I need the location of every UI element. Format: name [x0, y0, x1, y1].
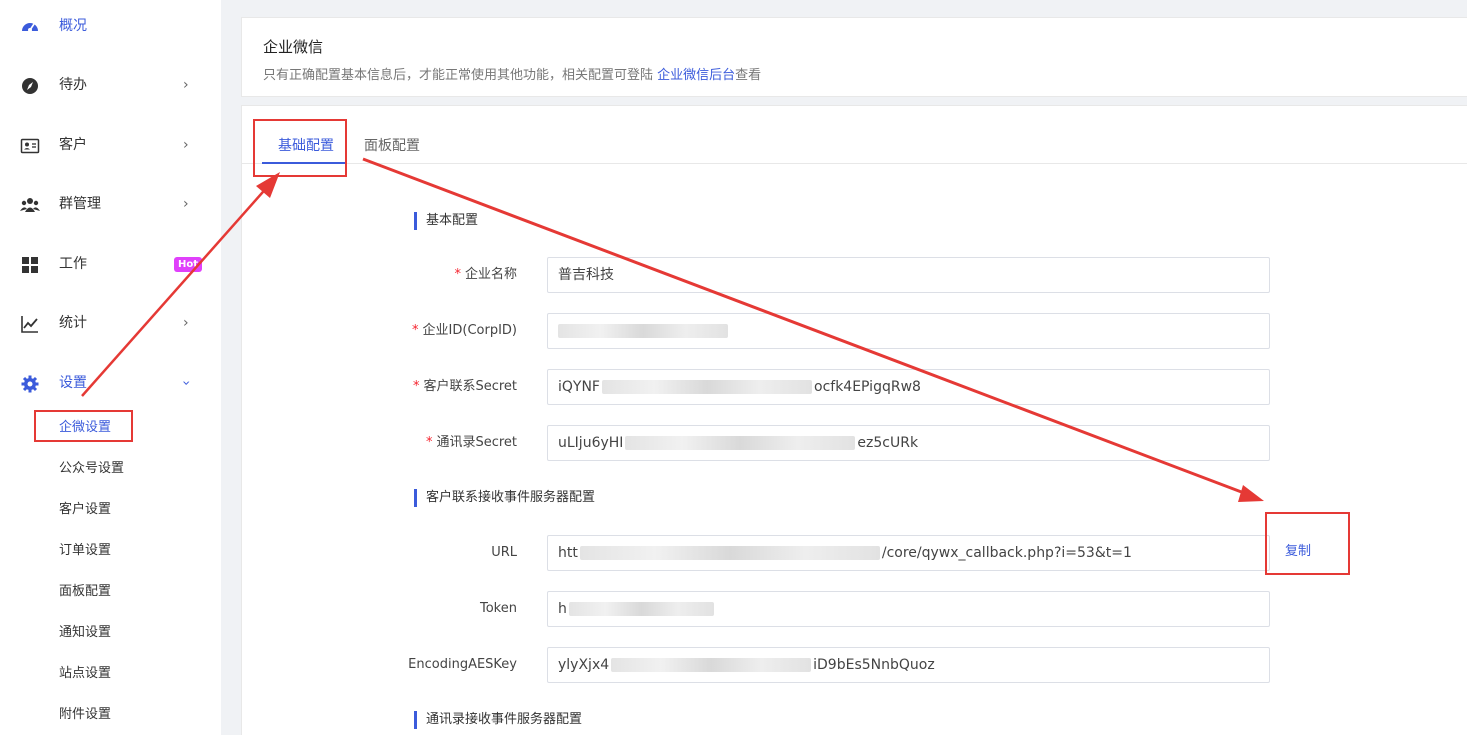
tab-bar: 基础配置 面板配置	[242, 106, 1467, 164]
customer-secret-input[interactable]: iQYNF ocfk4EPigqRw8	[547, 369, 1270, 405]
hot-badge: Hot	[174, 257, 203, 272]
active-tab-indicator	[262, 162, 345, 164]
sub-attachment-settings[interactable]: 附件设置	[59, 706, 111, 724]
chevron-right-icon: ›	[183, 196, 189, 212]
chart-line-icon	[21, 316, 38, 333]
sub-panel-config[interactable]: 面板配置	[59, 583, 111, 601]
url-label: URL	[491, 545, 517, 560]
nav-overview[interactable]: 概况	[0, 8, 221, 44]
url-value-start: htt	[558, 545, 578, 561]
nav-label: 概况	[59, 18, 87, 34]
redacted-value	[558, 324, 728, 338]
sub-site-settings[interactable]: 站点设置	[59, 665, 111, 683]
token-label: Token	[480, 601, 517, 616]
dashboard-icon	[22, 23, 38, 32]
chevron-right-icon: ›	[183, 77, 189, 93]
nav-stats[interactable]: 统计 ›	[0, 305, 221, 341]
sub-customer-settings[interactable]: 客户设置	[59, 501, 111, 519]
url-input[interactable]: htt/core/qywx_callback.php?i=53&t=1	[547, 535, 1270, 571]
corp-id-input[interactable]	[547, 313, 1270, 349]
token-value-start: h	[558, 601, 567, 617]
nav-label: 设置	[59, 375, 87, 391]
redacted-value	[611, 658, 812, 672]
section-customer-event-server: 客户联系接收事件服务器配置	[414, 489, 595, 507]
contacts-secret-label: * 通讯录Secret	[425, 435, 517, 450]
nav-work[interactable]: 工作 Hot	[0, 246, 221, 282]
sub-notify-settings[interactable]: 通知设置	[59, 624, 111, 642]
aes-key-label: EncodingAESKey	[408, 657, 517, 672]
token-input[interactable]: h	[547, 591, 1270, 627]
redacted-value	[579, 546, 880, 560]
description-text: 只有正确配置基本信息后，才能正常使用其他功能，相关配置可登陆	[263, 68, 658, 83]
contacts-secret-input[interactable]: uLIju6yHI ez5cURk	[547, 425, 1270, 461]
wecom-admin-link[interactable]: 企业微信后台	[657, 68, 735, 83]
nav-label: 统计	[59, 315, 87, 331]
sub-order-settings[interactable]: 订单设置	[59, 542, 111, 560]
nav-group[interactable]: 群管理 ›	[0, 186, 221, 222]
redacted-value	[602, 380, 812, 394]
page-title: 企业微信	[263, 38, 324, 56]
contact-card-icon	[20, 138, 40, 154]
content-gutter	[221, 0, 241, 735]
header-card: 企业微信 只有正确配置基本信息后，才能正常使用其他功能，相关配置可登陆 企业微信…	[241, 17, 1467, 97]
sub-official-account-settings[interactable]: 公众号设置	[59, 460, 124, 478]
tab-basic-config[interactable]: 基础配置	[278, 135, 334, 155]
redacted-value	[568, 602, 714, 616]
corp-id-label: * 企业ID(CorpID)	[412, 323, 517, 338]
section-basic-config: 基本配置	[414, 212, 478, 230]
aes-value-start: ylyXjx4	[558, 657, 610, 673]
corp-name-value: 普吉科技	[558, 267, 614, 283]
tab-panel-config[interactable]: 面板配置	[364, 135, 420, 155]
grid-icon	[22, 257, 38, 273]
nav-todo[interactable]: 待办 ›	[0, 67, 221, 103]
customer-secret-label: * 客户联系Secret	[412, 379, 517, 394]
nav-label: 待办	[59, 77, 87, 93]
nav-label: 工作	[59, 256, 87, 272]
description-suffix: 查看	[735, 68, 762, 83]
corp-name-label: * 企业名称	[454, 267, 517, 282]
chevron-right-icon: ›	[183, 137, 189, 153]
aes-key-input[interactable]: ylyXjx4 iD9bEs5NnbQuoz	[547, 647, 1270, 683]
secret-value-end: ocfk4EPigqRw8	[814, 379, 921, 395]
gear-icon	[21, 375, 39, 393]
url-value-end: /core/qywx_callback.php?i=53&t=1	[881, 545, 1132, 561]
chevron-down-icon: ›	[177, 380, 194, 386]
aes-value-end: iD9bEs5NnbQuoz	[813, 657, 935, 673]
section-contacts-event-server: 通讯录接收事件服务器配置	[414, 711, 582, 729]
nav-label: 客户	[59, 137, 87, 153]
sub-wecom-settings[interactable]: 企微设置	[59, 419, 111, 437]
chevron-right-icon: ›	[183, 315, 189, 331]
compass-icon	[22, 78, 38, 94]
secret-value-end: ez5cURk	[857, 435, 919, 451]
page-description: 只有正确配置基本信息后，才能正常使用其他功能，相关配置可登陆 企业微信后台查看	[263, 64, 761, 83]
config-card: 基础配置 面板配置 基本配置 * 企业名称 普吉科技 * 企业ID(CorpID) …	[241, 105, 1467, 735]
secret-value-start: iQYNF	[558, 379, 600, 395]
nav-customer[interactable]: 客户 ›	[0, 127, 221, 163]
secret-value-start: uLIju6yHI	[558, 435, 624, 451]
corp-name-input[interactable]: 普吉科技	[547, 257, 1270, 293]
copy-url-button[interactable]: 复制	[1285, 543, 1311, 561]
group-icon	[20, 198, 40, 212]
sidebar: 概况 待办 › 客户 › 群管理 › 工作 Hot 统计 › 设置 › 企微设置…	[0, 0, 221, 735]
nav-settings[interactable]: 设置 ›	[0, 365, 221, 401]
nav-label: 群管理	[59, 196, 101, 212]
redacted-value	[625, 436, 856, 450]
